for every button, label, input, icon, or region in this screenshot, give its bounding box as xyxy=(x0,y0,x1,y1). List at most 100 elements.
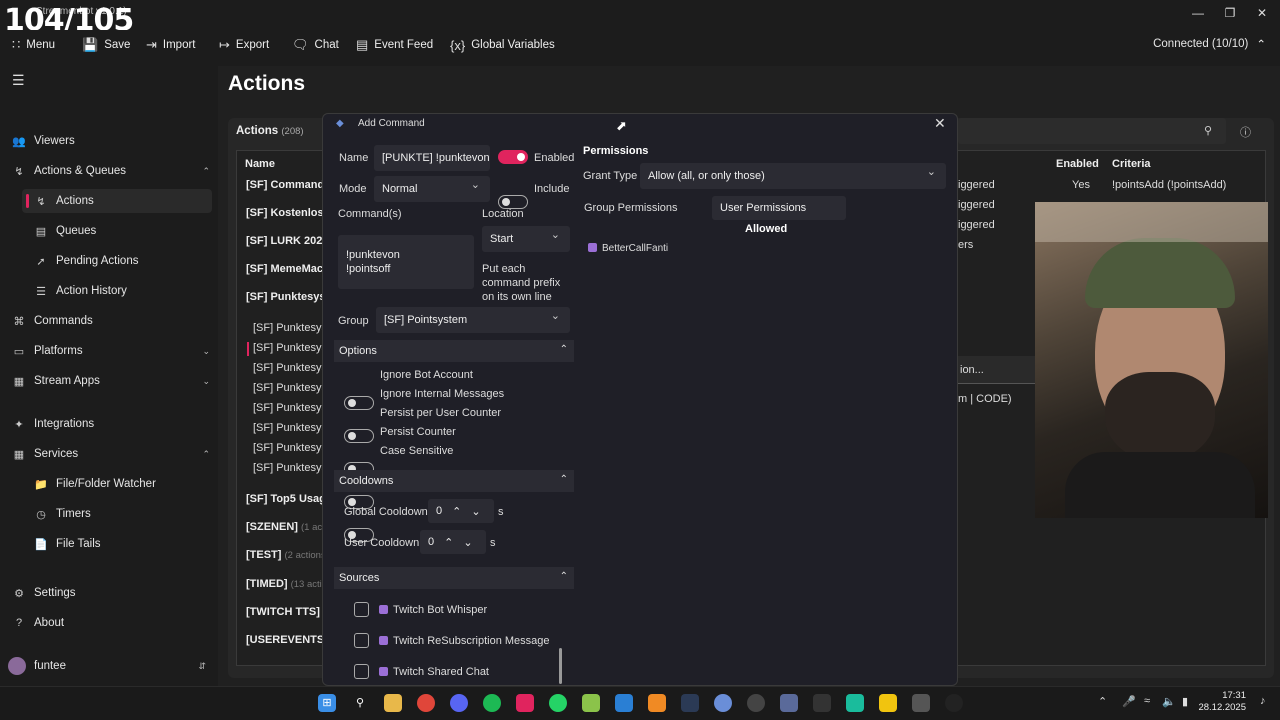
notepad-icon[interactable] xyxy=(582,694,600,712)
table-row[interactable]: [SF] Kostenlos xyxy=(246,207,322,219)
app-icon[interactable] xyxy=(516,694,534,712)
table-subrow[interactable]: [SF] Punktesyst xyxy=(253,422,323,434)
global-cooldown-stepper[interactable]: 0 ⌃ ⌄ xyxy=(428,499,494,523)
chevron-up-icon[interactable]: ⌃ xyxy=(452,505,461,518)
volume-icon[interactable]: 🔈 xyxy=(1162,695,1176,708)
save-button[interactable]: 💾 Save xyxy=(82,37,130,53)
enabled-toggle[interactable] xyxy=(498,150,528,164)
source-checkbox[interactable] xyxy=(354,633,369,648)
sidebar-item-timers[interactable]: ◷ Timers xyxy=(34,502,244,526)
sidebar-item-pending-actions[interactable]: ➚ Pending Actions xyxy=(34,249,244,273)
file-explorer-icon[interactable] xyxy=(384,694,402,712)
connection-status[interactable]: Connected (10/10) ⌃ xyxy=(1153,37,1266,51)
ignore-internal-toggle[interactable] xyxy=(344,429,374,443)
location-select[interactable]: Start xyxy=(482,226,570,252)
group-select[interactable]: [SF] Pointsystem xyxy=(376,307,570,333)
table-row[interactable]: [SZENEN] (1 acti xyxy=(246,521,322,533)
import-button[interactable]: ⇥ Import xyxy=(146,37,196,53)
column-header-enabled[interactable]: Enabled xyxy=(1056,158,1099,170)
column-header-name[interactable]: Name xyxy=(245,158,275,170)
scrollbar[interactable] xyxy=(559,648,562,684)
sidebar-item-file-tails[interactable]: 📄 File Tails xyxy=(34,532,244,556)
close-icon[interactable]: ✕ xyxy=(934,115,946,132)
search-input[interactable] xyxy=(958,118,1226,144)
allowed-user[interactable]: BetterCallFanti xyxy=(588,243,668,254)
chevron-down-icon[interactable]: ⌄ xyxy=(471,505,480,518)
event-feed-button[interactable]: ▤ Event Feed xyxy=(356,37,433,53)
table-subrow[interactable]: [SF] Punktesyst xyxy=(253,462,323,474)
export-button[interactable]: ↦ Export xyxy=(219,37,269,53)
app-icon[interactable] xyxy=(846,694,864,712)
whatsapp-icon[interactable] xyxy=(549,694,567,712)
table-row[interactable]: [SF] MemeMach xyxy=(246,263,322,275)
grant-type-select[interactable]: Allow (all, or only those) xyxy=(640,163,946,189)
windows-start-icon[interactable]: ⊞ xyxy=(318,694,336,712)
app-icon[interactable] xyxy=(912,694,930,712)
sidebar-item-services[interactable]: ▦ Services ⌃ xyxy=(12,442,222,466)
source-checkbox[interactable] xyxy=(354,602,369,617)
sidebar-item-actions[interactable]: ↯ Actions xyxy=(22,189,212,213)
table-subrow[interactable]: [SF] Punktesyst xyxy=(253,402,323,414)
microphone-icon[interactable]: 🎤 xyxy=(1122,695,1136,708)
sidebar-item-action-history[interactable]: ☰ Action History xyxy=(34,279,244,303)
vscode-icon[interactable] xyxy=(615,694,633,712)
chrome-icon[interactable] xyxy=(417,694,435,712)
table-row[interactable]: [TIMED] (13 actio xyxy=(246,578,322,590)
search-icon[interactable]: ⚲ xyxy=(1204,124,1212,137)
table-subrow[interactable]: [SF] Punktesyst xyxy=(253,342,323,354)
sidebar-item-actions-queues[interactable]: ↯ Actions & Queues ⌃ xyxy=(12,159,222,183)
info-icon[interactable]: ⓘ xyxy=(1240,124,1251,140)
search-icon[interactable]: ⚲ xyxy=(351,694,369,712)
sidebar-item-about[interactable]: ? About xyxy=(12,611,222,635)
user-profile[interactable]: funtee ⇵ xyxy=(8,654,218,678)
tray-chevron-icon[interactable]: ⌃ xyxy=(1098,695,1107,708)
system-clock[interactable]: 17:31 28.12.2025 xyxy=(1198,690,1246,714)
options-section-header[interactable]: Options ⌃ xyxy=(334,340,574,362)
chatgpt-icon[interactable] xyxy=(945,694,963,712)
source-checkbox[interactable] xyxy=(354,664,369,679)
table-subrow[interactable]: [SF] Punktesyst xyxy=(253,322,323,334)
table-row[interactable]: [TEST] (2 actions xyxy=(246,549,322,561)
table-subrow[interactable]: [SF] Punktesyst xyxy=(253,442,323,454)
global-variables-button[interactable]: {x} Global Variables xyxy=(450,37,555,53)
close-window-button[interactable]: ✕ xyxy=(1252,4,1272,22)
table-row[interactable]: [TWITCH TTS] xyxy=(246,606,322,618)
audio-icon[interactable] xyxy=(813,694,831,712)
ignore-bot-toggle[interactable] xyxy=(344,396,374,410)
steam-icon[interactable] xyxy=(681,694,699,712)
sub-input[interactable]: ion... xyxy=(958,356,1036,384)
chevron-down-icon[interactable]: ⌄ xyxy=(463,536,472,549)
tab-user-permissions[interactable]: User Permissions xyxy=(712,196,846,220)
table-row[interactable]: [SF] LURK 2025 xyxy=(246,235,322,247)
table-row[interactable]: [SF] Command xyxy=(246,179,322,191)
obs-icon[interactable] xyxy=(747,694,765,712)
battery-icon[interactable]: ▮ xyxy=(1182,695,1188,708)
table-row[interactable]: [SF] Punktesyst xyxy=(246,291,322,303)
user-cooldown-stepper[interactable]: 0 ⌃ ⌄ xyxy=(420,530,486,554)
hamburger-icon[interactable]: ☰ xyxy=(12,72,25,89)
sidebar-item-file-watcher[interactable]: 📁 File/Folder Watcher xyxy=(34,472,244,496)
table-row[interactable]: [USEREVENTS] (1 xyxy=(246,634,322,646)
notification-bell-icon[interactable]: ♪ xyxy=(1260,695,1266,707)
table-subrow[interactable]: [SF] Punktesyst xyxy=(253,382,323,394)
name-input[interactable]: [PUNKTE] !punktevon xyxy=(374,145,490,171)
sidebar-item-viewers[interactable]: 👥 Viewers xyxy=(12,129,222,153)
sidebar-item-commands[interactable]: ⌘ Commands xyxy=(12,309,222,333)
chevron-up-icon[interactable]: ⌃ xyxy=(444,536,453,549)
column-header-criteria[interactable]: Criteria xyxy=(1112,158,1151,170)
sidebar-item-stream-apps[interactable]: ▦ Stream Apps ⌄ xyxy=(12,369,222,393)
app-icon[interactable] xyxy=(648,694,666,712)
notes-icon[interactable] xyxy=(879,694,897,712)
sidebar-item-settings[interactable]: ⚙ Settings xyxy=(12,581,222,605)
streamerbot-icon[interactable] xyxy=(780,694,798,712)
maximize-button[interactable]: ❐ xyxy=(1220,4,1240,22)
tab-group-permissions[interactable]: Group Permissions xyxy=(584,202,678,214)
table-row[interactable]: [SF] Top5 Usage xyxy=(246,493,322,505)
sidebar-item-platforms[interactable]: ▭ Platforms ⌄ xyxy=(12,339,222,363)
commands-textarea[interactable]: !punktevon !pointsoff xyxy=(338,235,474,289)
spotify-icon[interactable] xyxy=(483,694,501,712)
minimize-button[interactable]: — xyxy=(1188,4,1208,22)
sidebar-item-queues[interactable]: ▤ Queues xyxy=(34,219,244,243)
sidebar-item-integrations[interactable]: ✦ Integrations xyxy=(12,412,222,436)
wifi-icon[interactable]: ≈ xyxy=(1144,695,1150,707)
